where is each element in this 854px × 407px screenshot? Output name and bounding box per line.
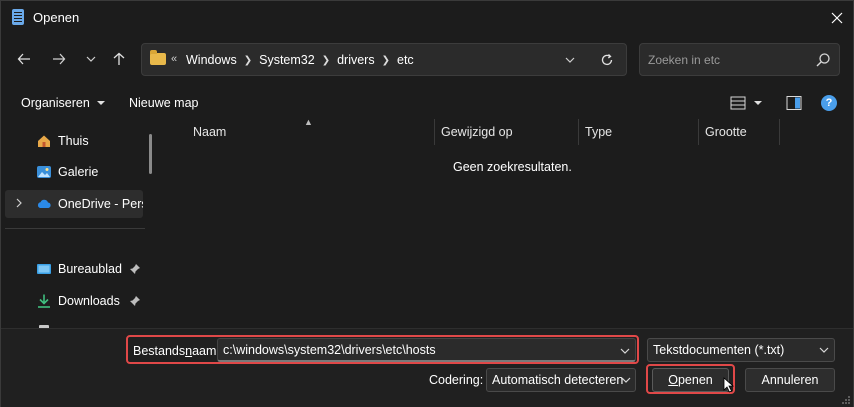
filetype-select[interactable]: Tekstdocumenten (*.txt) <box>647 338 835 362</box>
filename-label-part: aam: <box>192 344 220 358</box>
chevron-down-icon <box>86 56 96 62</box>
navigation-pane: Thuis Galerie OneDrive - Persoonlijk Bur… <box>1 120 159 328</box>
up-button[interactable] <box>105 45 133 73</box>
close-button[interactable] <box>823 5 851 31</box>
sidebar-divider <box>5 228 145 229</box>
sidebar-item-desktop[interactable]: Bureaublad <box>5 255 143 283</box>
chevron-right-icon[interactable] <box>15 198 23 208</box>
address-bar[interactable]: « Windows ❯ System32 ❯ drivers ❯ etc <box>141 43 627 76</box>
preview-pane-icon[interactable] <box>786 95 802 111</box>
column-separator[interactable] <box>578 119 579 145</box>
refresh-icon <box>601 54 613 66</box>
change-view-button[interactable] <box>730 94 768 112</box>
chevron-down-icon <box>621 377 631 383</box>
column-type[interactable]: Type <box>585 125 612 139</box>
empty-results-message: Geen zoekresultaten. <box>453 160 572 174</box>
resize-grip-icon[interactable] <box>839 393 851 405</box>
chevron-down-icon <box>565 57 575 63</box>
filename-combobox[interactable] <box>217 338 636 362</box>
close-icon <box>831 12 843 24</box>
pin-icon[interactable] <box>129 295 141 307</box>
pin-icon[interactable] <box>129 263 141 275</box>
chevron-right-icon[interactable]: ❯ <box>322 55 330 66</box>
filename-label-part: Bestands <box>133 344 186 358</box>
sidebar-item-label: OneDrive - Persoonlijk <box>58 197 143 211</box>
column-size[interactable]: Grootte <box>705 125 747 139</box>
breadcrumb: Windows ❯ System32 ❯ drivers ❯ etc <box>186 53 414 67</box>
open-label-accesskey: O <box>668 373 678 387</box>
arrow-up-icon <box>113 52 125 65</box>
chevron-down-icon <box>819 347 829 353</box>
sort-ascending-icon: ▲ <box>304 117 313 127</box>
help-icon[interactable]: ? <box>821 95 837 111</box>
encoding-label: Codering: <box>429 373 484 387</box>
search-box[interactable] <box>639 43 840 76</box>
address-history-button[interactable] <box>562 52 578 68</box>
organize-button[interactable]: Organiseren <box>21 96 106 110</box>
breadcrumb-drivers[interactable]: drivers <box>337 53 375 67</box>
column-separator[interactable] <box>698 119 699 145</box>
list-view-icon <box>730 96 746 110</box>
chevron-double-left-icon[interactable]: « <box>171 53 177 65</box>
new-folder-button[interactable]: Nieuwe map <box>129 96 198 110</box>
download-icon <box>38 294 50 308</box>
sidebar-item-label: Bureaublad <box>58 262 122 276</box>
folder-icon <box>150 50 166 65</box>
sidebar-item-home[interactable]: Thuis <box>5 127 143 155</box>
onedrive-icon <box>37 199 51 208</box>
window-title: Openen <box>33 10 80 25</box>
column-separator[interactable] <box>779 119 780 145</box>
arrow-right-icon <box>53 53 66 65</box>
sidebar-item-partial[interactable] <box>5 318 143 328</box>
filetype-value: Tekstdocumenten (*.txt) <box>653 343 785 357</box>
back-button[interactable] <box>10 45 38 73</box>
filename-input[interactable] <box>223 342 603 358</box>
title-bar: Openen <box>1 1 853 35</box>
gallery-icon <box>37 166 51 178</box>
sidebar-item-onedrive[interactable]: OneDrive - Persoonlijk <box>5 190 143 218</box>
breadcrumb-etc[interactable]: etc <box>397 53 414 67</box>
forward-button[interactable] <box>45 45 73 73</box>
open-file-dialog: Openen « Windows ❯ System32 ❯ drivers ❯ … <box>0 0 854 407</box>
breadcrumb-system32[interactable]: System32 <box>259 53 315 67</box>
chevron-down-icon[interactable] <box>618 344 632 358</box>
caret-down-icon <box>754 101 762 105</box>
encoding-value: Automatisch detecteren <box>492 373 624 387</box>
breadcrumb-windows[interactable]: Windows <box>186 53 237 67</box>
desktop-icon <box>37 264 51 274</box>
mouse-cursor-icon <box>723 377 735 393</box>
notepad-icon <box>12 9 24 25</box>
sidebar-item-gallery[interactable]: Galerie <box>5 158 143 186</box>
sidebar-item-label: Thuis <box>58 134 89 148</box>
refresh-button[interactable] <box>598 51 616 69</box>
search-icon[interactable] <box>815 52 831 68</box>
home-icon <box>38 135 50 147</box>
encoding-select[interactable]: Automatisch detecteren <box>486 368 636 392</box>
sidebar-item-label: Galerie <box>58 165 99 179</box>
recent-locations-button[interactable] <box>77 45 105 73</box>
column-date-modified[interactable]: Gewijzigd op <box>441 125 513 139</box>
arrow-left-icon <box>17 53 30 65</box>
filename-label: Bestandsnaam: <box>133 344 220 358</box>
organize-label: Organiseren <box>21 96 90 110</box>
chevron-right-icon[interactable]: ❯ <box>382 55 390 66</box>
sidebar-item-label: Downloads <box>58 294 120 308</box>
column-separator[interactable] <box>434 119 435 145</box>
search-input[interactable] <box>648 52 808 68</box>
caret-down-icon <box>96 101 105 105</box>
sidebar-scrollbar[interactable] <box>149 134 152 174</box>
column-name[interactable]: Naam <box>193 125 226 139</box>
new-folder-label: Nieuwe map <box>129 96 199 110</box>
cancel-button[interactable]: Annuleren <box>745 368 835 392</box>
open-label: penen <box>677 373 713 387</box>
sidebar-item-downloads[interactable]: Downloads <box>5 287 143 315</box>
open-button[interactable]: Openen <box>652 368 729 392</box>
chevron-right-icon[interactable]: ❯ <box>244 55 252 66</box>
